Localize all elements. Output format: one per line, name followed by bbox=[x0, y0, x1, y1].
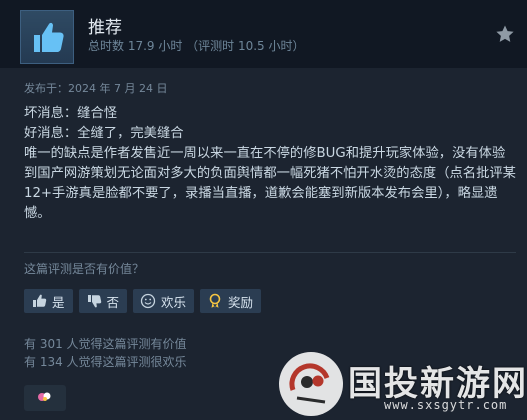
divider bbox=[24, 252, 516, 253]
helpful-count: 有 301 人觉得这篇评测有价值 bbox=[24, 337, 187, 351]
award-medal-icon bbox=[206, 292, 224, 310]
site-watermark: 国投新游网 www.sxsgytr.com bbox=[276, 350, 527, 420]
award-flower-icon bbox=[38, 392, 51, 401]
vote-yes-label: 是 bbox=[52, 294, 65, 310]
watermark-logo bbox=[279, 352, 343, 416]
vote-buttons: 是 否 欢乐 奖励 bbox=[24, 289, 262, 313]
vote-yes-button[interactable]: 是 bbox=[24, 289, 73, 313]
helpful-question: 这篇评测是否有价值？ bbox=[24, 262, 145, 276]
award-star-icon[interactable] bbox=[495, 24, 515, 44]
review-line: 坏消息：缝合怪 bbox=[24, 106, 118, 121]
thumbs-down-icon bbox=[85, 292, 103, 310]
recommended-thumb-badge bbox=[20, 10, 74, 64]
vote-funny-button[interactable]: 欢乐 bbox=[133, 289, 195, 313]
watermark-url: www.sxsgytr.com bbox=[384, 398, 508, 412]
review-header: 推荐 总时数 17.9 小时 （评测时 10.5 小时） bbox=[0, 0, 527, 68]
playtime-hours: 总时数 17.9 小时 （评测时 10.5 小时） bbox=[88, 39, 305, 53]
posted-date: 发布于：2024 年 7 月 24 日 bbox=[24, 82, 168, 95]
received-award-chip[interactable] bbox=[24, 385, 66, 411]
vote-no-button[interactable]: 否 bbox=[78, 289, 128, 313]
review-text: 坏消息：缝合怪 好消息：全缝了，完美缝合 唯一的缺点是作者发售近一周以来一直在不… bbox=[24, 104, 516, 224]
smiley-icon bbox=[139, 292, 157, 310]
funny-count: 有 134 人觉得这篇评测很欢乐 bbox=[24, 355, 187, 369]
award-label: 奖励 bbox=[228, 294, 254, 310]
review-line: 好消息：全缝了，完美缝合 bbox=[24, 126, 184, 141]
vote-funny-label: 欢乐 bbox=[161, 294, 187, 310]
review-line: 唯一的缺点是作者发售近一周以来一直在不停的修BUG和提升玩家体验，没有体验到国产… bbox=[24, 146, 516, 221]
vote-no-label: 否 bbox=[106, 294, 120, 310]
thumbs-up-icon bbox=[34, 22, 64, 52]
thumbs-up-icon bbox=[30, 292, 48, 310]
award-button[interactable]: 奖励 bbox=[200, 289, 262, 313]
recommendation-verdict: 推荐 bbox=[88, 18, 122, 38]
